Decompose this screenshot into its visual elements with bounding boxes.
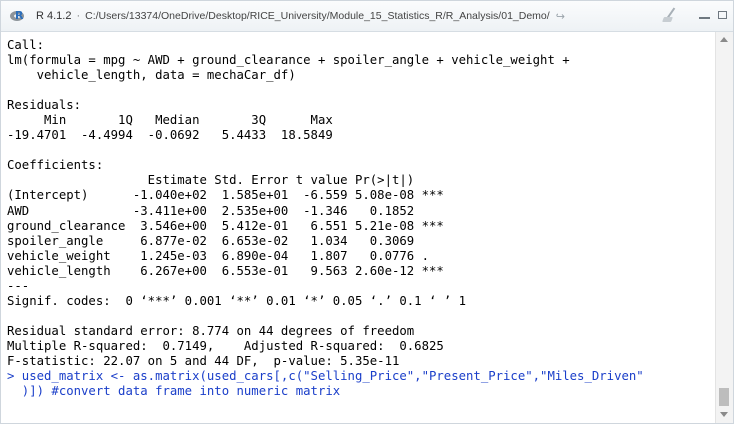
console-output-line: vehicle_length, data = mechaCar_df) [7,68,296,83]
console-output-line: Multiple R-squared: 0.7149, Adjusted R-s… [7,338,452,353]
console-output-line: spoiler_angle 6.877e-02 6.653e-02 1.034 … [7,233,444,248]
r-console-window: R R 4.1.2 · C:/Users/13374/OneDrive/Desk… [0,0,734,424]
working-directory-path[interactable]: C:/Users/13374/OneDrive/Desktop/RICE_Uni… [85,10,550,22]
scroll-thumb[interactable] [719,388,729,406]
console-output-line: vehicle_length 6.267e+00 6.553e-01 9.563… [7,263,444,278]
console-output-line: -19.4701 -4.4994 -0.0692 5.4433 18.5849 [7,128,341,143]
console-output-line: Coefficients: [7,158,104,173]
minimize-icon[interactable] [699,17,710,19]
r-version-label: R 4.1.2 [36,10,72,22]
console-output-line: Min 1Q Median 3Q Max [7,113,341,128]
console-output-area[interactable]: Call: lm(formula = mpg ~ AWD + ground_cl… [1,32,715,423]
title-separator: · [76,10,81,22]
console-output-line: lm(formula = mpg ~ AWD + ground_clearanc… [7,53,570,68]
console-title-controls [661,7,727,23]
console-input-line: > used_matrix <- as.matrix(used_cars[,c(… [7,369,644,384]
console-output-line: (Intercept) -1.040e+02 1.585e+01 -6.559 … [7,188,444,203]
console-output-line: vehicle_weight 1.245e-03 6.890e-04 1.807… [7,248,444,263]
broom-icon[interactable] [661,7,681,23]
scroll-up-arrow-icon[interactable] [720,37,728,42]
console-input-command[interactable]: > used_matrix <- as.matrix(used_cars[,c(… [7,369,715,399]
scroll-down-arrow-icon[interactable] [720,412,728,417]
console-input-line: )]) #convert data frame into numeric mat… [7,384,341,399]
console-scrollbar[interactable] [715,32,733,423]
r-logo-icon: R [10,9,25,22]
console-output-line: ground_clearance 3.546e+00 5.412e-01 6.5… [7,218,444,233]
console-output-text: Call: lm(formula = mpg ~ AWD + ground_cl… [7,38,715,369]
console-output-line: Estimate Std. Error t value Pr(>|t|) [7,173,444,188]
maximize-icon[interactable] [718,11,727,19]
goto-directory-icon[interactable]: ↪ [556,10,565,23]
console-output-line: F-statistic: 22.07 on 5 and 44 DF, p-val… [7,353,400,368]
console-output-line: Residual standard error: 8.774 on 44 deg… [7,323,415,338]
console-output-line: Call: [7,38,45,52]
console-output-line: --- [7,278,30,293]
console-titlebar: R R 4.1.2 · C:/Users/13374/OneDrive/Desk… [1,1,733,32]
console-output-line: Signif. codes: 0 ‘***’ 0.001 ‘**’ 0.01 ‘… [7,293,467,308]
console-output-line: AWD -3.411e+00 2.535e+00 -1.346 0.1852 [7,203,444,218]
console-output-line: Residuals: [7,98,82,113]
